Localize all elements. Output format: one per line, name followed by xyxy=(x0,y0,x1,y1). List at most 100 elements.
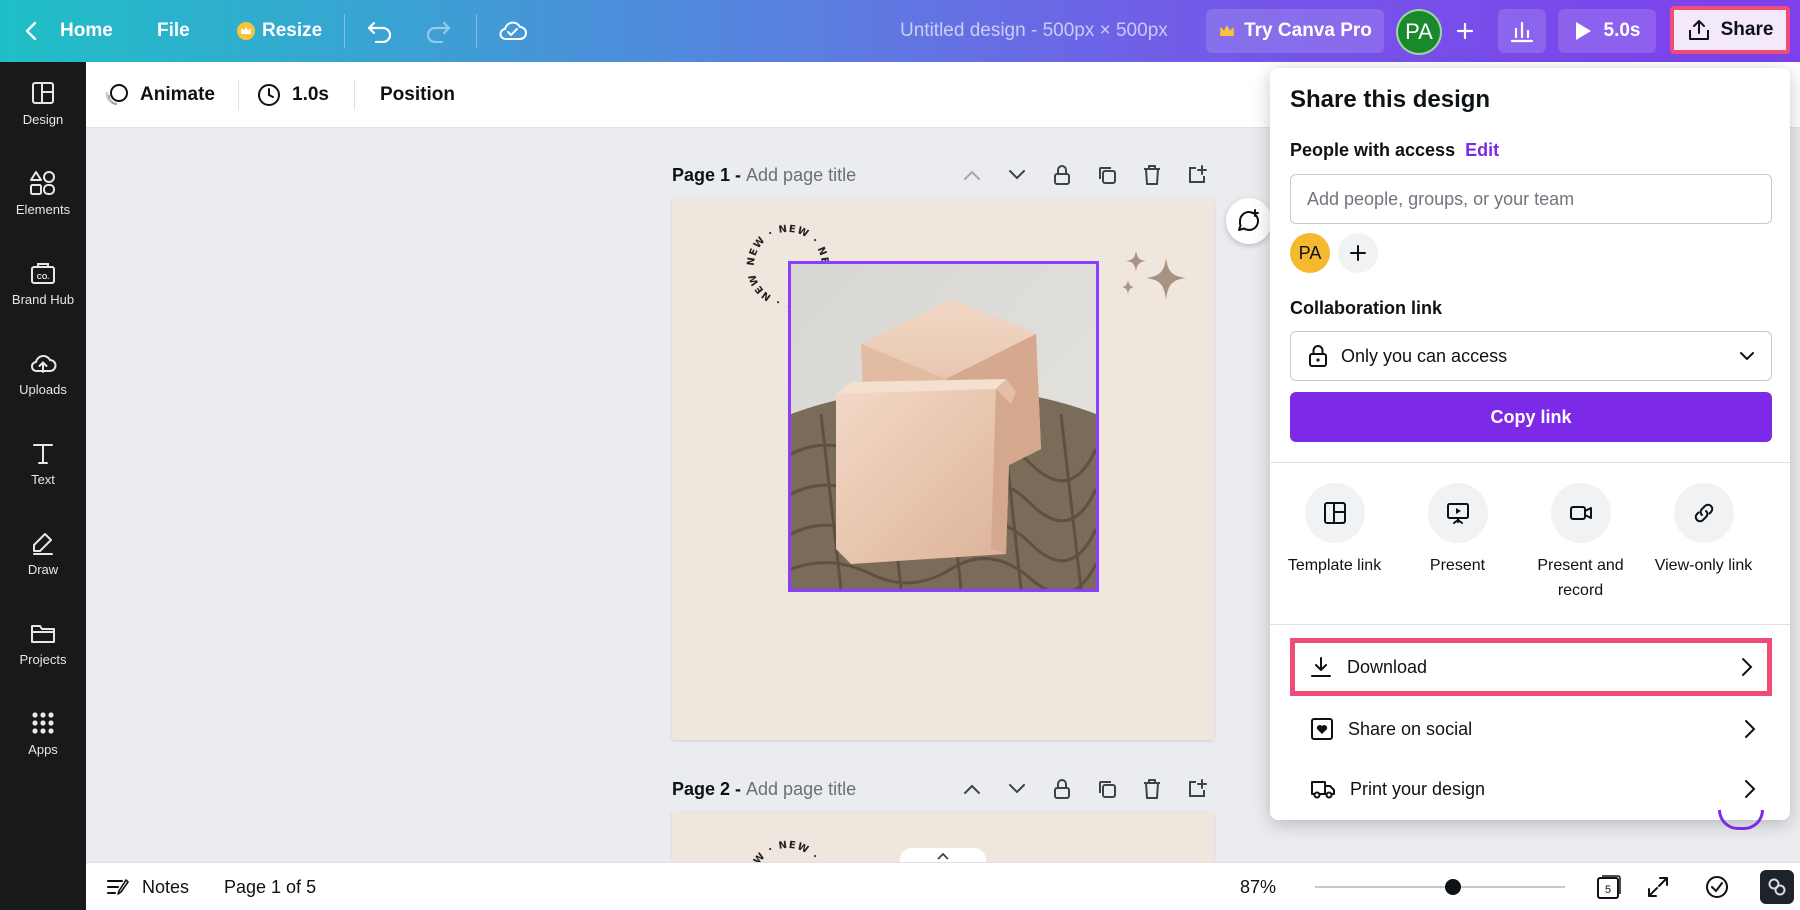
share-on-social-row[interactable]: Share on social xyxy=(1290,700,1772,758)
insights-button[interactable] xyxy=(1498,9,1546,53)
zoom-slider-thumb[interactable] xyxy=(1444,879,1461,895)
sidebar-label: Uploads xyxy=(19,382,67,397)
sidebar-item-elements[interactable]: Elements xyxy=(0,152,86,232)
position-button[interactable]: Position xyxy=(380,62,455,128)
sparkle-graphic[interactable] xyxy=(1118,250,1192,310)
file-menu[interactable]: File xyxy=(157,0,190,62)
redo-button[interactable] xyxy=(424,0,452,62)
collaborator-avatar[interactable]: PA xyxy=(1290,233,1330,273)
notes-icon xyxy=(107,879,129,895)
file-label: File xyxy=(157,20,190,41)
sidebar-item-projects[interactable]: Projects xyxy=(0,602,86,682)
zoom-percentage[interactable]: 87% xyxy=(1240,863,1276,910)
magic-icon xyxy=(1768,878,1786,896)
heart-card-icon xyxy=(1311,718,1333,740)
design-title[interactable]: Untitled design - 500px × 500px xyxy=(900,0,1168,62)
sidebar-label: Apps xyxy=(28,742,58,757)
move-page-down-button[interactable] xyxy=(1004,776,1030,802)
print-your-design-row[interactable]: Print your design xyxy=(1290,760,1772,818)
option-label: Template link xyxy=(1287,557,1382,574)
sidebar-item-design[interactable]: Design xyxy=(0,62,86,142)
add-comment-button[interactable] xyxy=(1226,198,1272,244)
sidebar-item-draw[interactable]: Draw xyxy=(0,512,86,592)
page-2-title-input[interactable]: Add page title xyxy=(746,779,856,800)
animate-button[interactable]: Animate xyxy=(104,62,215,128)
chevron-up-icon xyxy=(937,852,949,860)
try-pro-label: Try Canva Pro xyxy=(1244,20,1372,41)
chevron-up-icon xyxy=(964,170,980,180)
undo-button[interactable] xyxy=(366,0,394,62)
lock-page-button[interactable] xyxy=(1049,776,1075,802)
edit-access-link[interactable]: Edit xyxy=(1465,140,1499,160)
lock-icon xyxy=(1309,345,1327,367)
resize-button[interactable]: Resize xyxy=(236,0,322,62)
row-label: Print your design xyxy=(1350,778,1486,799)
lock-page-button[interactable] xyxy=(1049,162,1075,188)
user-avatar[interactable]: PA xyxy=(1396,9,1442,55)
avatar-initials: PA xyxy=(1405,19,1433,44)
access-level-select[interactable]: Only you can access xyxy=(1290,331,1772,381)
add-page-icon xyxy=(1189,165,1207,183)
truck-icon xyxy=(1311,781,1335,799)
page-1-title-input[interactable]: Add page title xyxy=(746,165,856,186)
help-assistant-button[interactable] xyxy=(1760,870,1794,904)
resize-label: Resize xyxy=(262,20,323,41)
add-page-button[interactable] xyxy=(1184,776,1210,802)
sidebar-label: Elements xyxy=(15,202,71,217)
try-canva-pro-button[interactable]: Try Canva Pro xyxy=(1206,9,1384,53)
sidebar-item-apps[interactable]: Apps xyxy=(0,692,86,772)
zoom-slider-track[interactable] xyxy=(1315,879,1565,895)
delete-page-button[interactable] xyxy=(1139,162,1165,188)
add-collaborator-button[interactable] xyxy=(1338,233,1378,273)
page-indicator[interactable]: Page 1 of 5 xyxy=(224,863,316,910)
share-button[interactable]: Share xyxy=(1670,6,1790,54)
chevron-left-icon xyxy=(25,21,37,41)
share-panel-title: Share this design xyxy=(1290,86,1491,113)
position-label: Position xyxy=(380,84,455,105)
animate-label: Animate xyxy=(140,84,215,105)
page-1-canvas[interactable]: NEW · NEW · NEW · NEW · NEW · xyxy=(672,198,1214,740)
duplicate-icon xyxy=(1099,781,1116,798)
sidebar-item-text[interactable]: Text xyxy=(0,422,86,502)
template-link-option[interactable]: Template link xyxy=(1273,483,1396,578)
soap-photo[interactable] xyxy=(788,261,1099,592)
home-button[interactable]: Home xyxy=(24,0,113,62)
copy-link-button[interactable]: Copy link xyxy=(1290,392,1772,442)
add-page-button[interactable] xyxy=(1184,162,1210,188)
duration-button[interactable]: 1.0s xyxy=(256,62,329,128)
sidebar-item-brand-hub[interactable]: CO. Brand Hub xyxy=(0,242,86,322)
notes-button[interactable]: Notes xyxy=(106,863,189,910)
sidebar-item-uploads[interactable]: Uploads xyxy=(0,332,86,412)
people-label: People with access xyxy=(1290,140,1456,160)
lock-icon xyxy=(1054,165,1070,185)
new-badge-graphic[interactable]: NEW · NEW · NEW · NEW · NEW · xyxy=(744,838,832,862)
cloud-save-button[interactable] xyxy=(498,0,528,62)
duplicate-page-button[interactable] xyxy=(1094,162,1120,188)
move-page-down-button[interactable] xyxy=(1004,162,1030,188)
duplicate-icon xyxy=(1099,167,1116,184)
option-label: View-only link xyxy=(1654,557,1753,574)
chevron-down-icon xyxy=(1009,170,1025,180)
present-play-button[interactable]: 5.0s xyxy=(1558,9,1656,53)
move-page-up-button[interactable] xyxy=(959,776,985,802)
pages-grid-button[interactable]: 5 xyxy=(1594,863,1622,910)
present-and-record-option[interactable]: Present and record xyxy=(1519,483,1642,603)
view-only-link-option[interactable]: View-only link xyxy=(1642,483,1765,578)
add-people-input[interactable] xyxy=(1290,174,1772,224)
top-bar: Home File Resize Untitled design - 500px… xyxy=(0,0,1800,62)
duplicate-page-button[interactable] xyxy=(1094,776,1120,802)
clock-icon xyxy=(258,84,280,106)
present-option[interactable]: Present xyxy=(1396,483,1519,578)
chevron-down-icon xyxy=(1009,784,1025,794)
move-page-up-button[interactable] xyxy=(959,162,985,188)
download-row[interactable]: Download xyxy=(1290,638,1772,696)
duration-label: 1.0s xyxy=(292,84,329,105)
delete-page-button[interactable] xyxy=(1139,776,1165,802)
check-button[interactable] xyxy=(1704,863,1730,910)
pages-icon: 5 xyxy=(1597,875,1621,899)
invite-button[interactable] xyxy=(1452,0,1478,62)
link-icon xyxy=(1694,503,1713,523)
presentation-icon xyxy=(1446,503,1469,524)
fullscreen-button[interactable] xyxy=(1646,863,1670,910)
share-panel: Share this design People with access Edit… xyxy=(1270,68,1790,820)
